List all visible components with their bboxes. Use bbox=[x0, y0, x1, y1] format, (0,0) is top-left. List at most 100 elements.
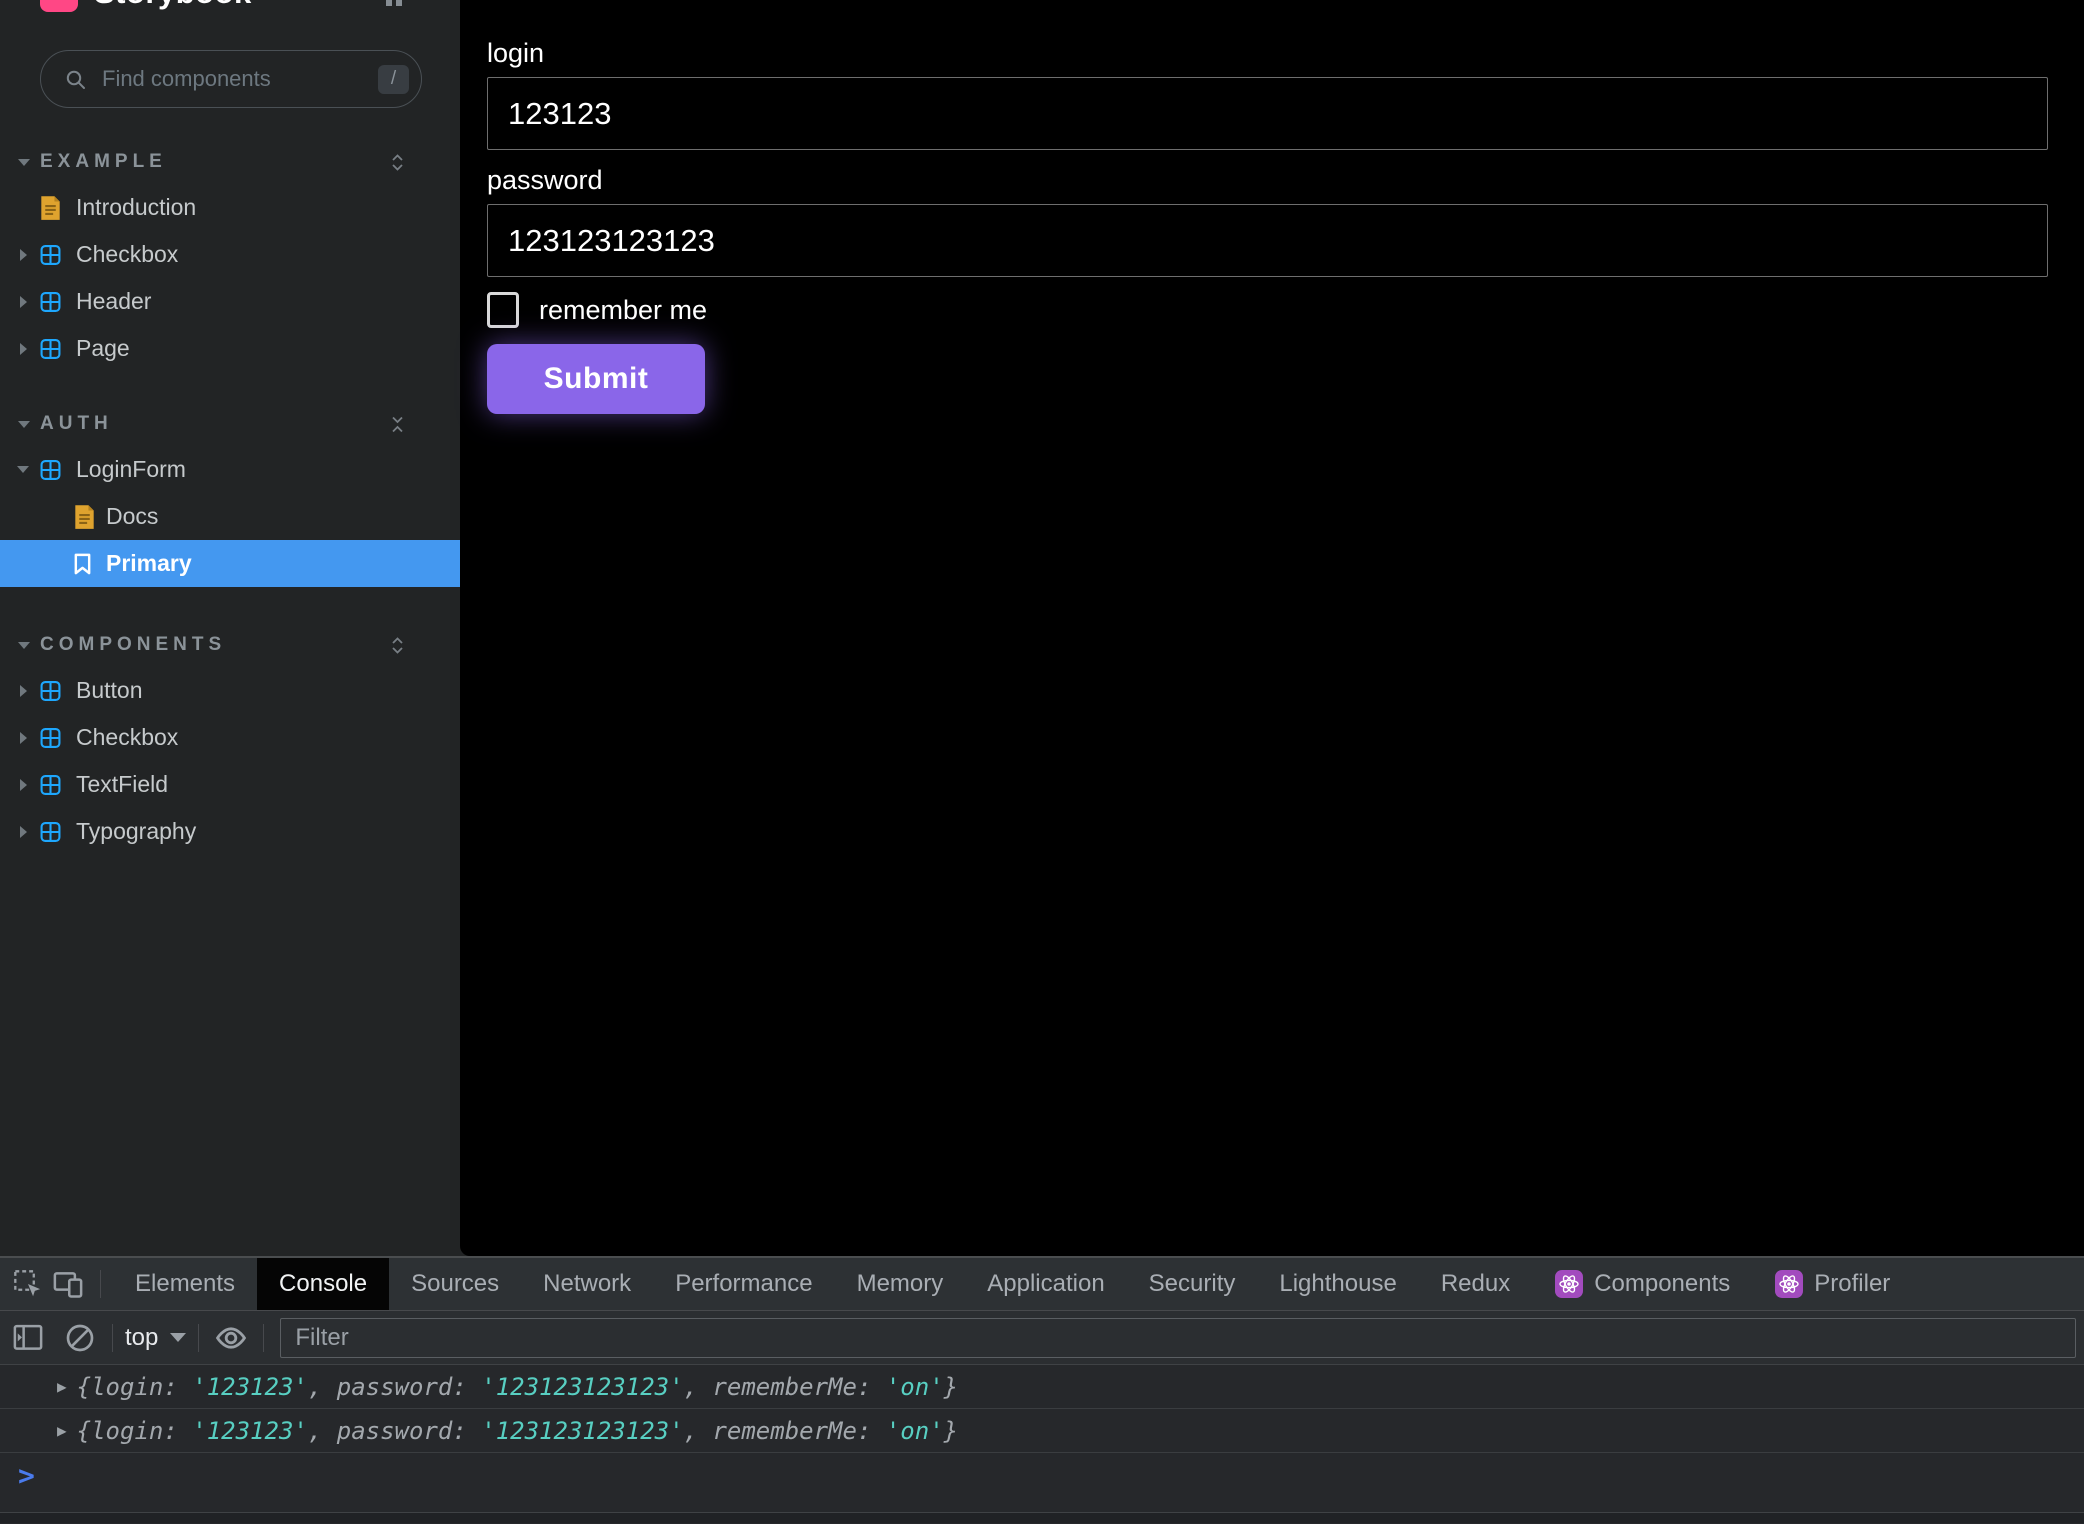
sidebar-item-loginform-primary[interactable]: Primary bbox=[0, 540, 460, 587]
devtools-tab-console[interactable]: Console bbox=[257, 1258, 389, 1310]
divider bbox=[263, 1324, 264, 1352]
sidebar-item-button[interactable]: Button bbox=[0, 667, 460, 714]
devtools-tab-application[interactable]: Application bbox=[965, 1258, 1126, 1310]
brand-title: Storybook bbox=[94, 0, 252, 13]
divider bbox=[198, 1324, 199, 1352]
login-field[interactable] bbox=[487, 77, 2048, 150]
console-object-preview: {login: '123123', password: '12312312312… bbox=[77, 1417, 958, 1445]
react-devtools-icon bbox=[1554, 1269, 1584, 1299]
component-icon bbox=[40, 774, 61, 795]
component-icon bbox=[40, 291, 61, 312]
storybook-app: Storybook / EXAMPLE bbox=[0, 0, 2084, 1256]
sidebar-menu-icon[interactable] bbox=[386, 0, 406, 8]
expand-all-icon[interactable] bbox=[390, 154, 405, 171]
sidebar-item-header[interactable]: Header bbox=[0, 278, 460, 325]
clear-console-icon[interactable] bbox=[60, 1318, 100, 1358]
chevron-right-icon bbox=[20, 296, 27, 308]
sidebar-item-textfield[interactable]: TextField bbox=[0, 761, 460, 808]
sidebar: Storybook / EXAMPLE bbox=[0, 0, 460, 1256]
chevron-right-icon bbox=[20, 343, 27, 355]
chevron-right-icon bbox=[20, 685, 27, 697]
devtools-tab-security[interactable]: Security bbox=[1127, 1258, 1258, 1310]
console-prompt-icon: > bbox=[18, 1459, 35, 1492]
devtools-tab-redux[interactable]: Redux bbox=[1419, 1258, 1532, 1310]
remember-me-row: remember me bbox=[487, 290, 2048, 330]
console-bottom-edge bbox=[0, 1512, 2084, 1523]
sidebar-section-example[interactable]: EXAMPLE bbox=[0, 140, 460, 184]
brand-header: Storybook bbox=[0, 0, 460, 26]
devtools-tab-performance[interactable]: Performance bbox=[653, 1258, 834, 1310]
divider bbox=[112, 1324, 113, 1352]
chevron-right-icon bbox=[20, 249, 27, 261]
divider bbox=[100, 1270, 101, 1298]
console-log-entry: ▶ {login: '123123', password: '123123123… bbox=[0, 1409, 2084, 1453]
sidebar-item-loginform[interactable]: LoginForm bbox=[0, 446, 460, 493]
devtools-panel: Elements Console Sources Network Perform… bbox=[0, 1256, 2084, 1524]
console-object-preview: {login: '123123', password: '12312312312… bbox=[77, 1373, 958, 1401]
chevron-right-icon bbox=[20, 826, 27, 838]
live-expression-eye-icon[interactable] bbox=[211, 1318, 251, 1358]
sidebar-item-loginform-docs[interactable]: Docs bbox=[0, 493, 460, 540]
devtools-tab-elements[interactable]: Elements bbox=[113, 1258, 257, 1310]
expand-all-icon[interactable] bbox=[390, 637, 405, 654]
sidebar-item-introduction[interactable]: Introduction bbox=[0, 184, 460, 231]
doc-icon bbox=[74, 504, 95, 529]
inspect-element-icon[interactable] bbox=[8, 1264, 48, 1304]
chevron-right-icon bbox=[20, 732, 27, 744]
sidebar-item-page[interactable]: Page bbox=[0, 325, 460, 372]
submit-button[interactable]: Submit bbox=[487, 344, 705, 414]
sidebar-section-components[interactable]: COMPONENTS bbox=[0, 623, 460, 667]
react-devtools-icon bbox=[1774, 1269, 1804, 1299]
devtools-tab-sources[interactable]: Sources bbox=[389, 1258, 521, 1310]
console-toolbar: top bbox=[0, 1311, 2084, 1365]
doc-icon bbox=[40, 195, 61, 220]
expand-triangle-icon[interactable]: ▶ bbox=[57, 1377, 67, 1396]
devtools-tabbar: Elements Console Sources Network Perform… bbox=[0, 1258, 2084, 1311]
component-search[interactable]: / bbox=[40, 50, 422, 108]
console-log-area: ▶ {login: '123123', password: '123123123… bbox=[0, 1365, 2084, 1523]
collapse-all-icon[interactable] bbox=[390, 416, 405, 433]
sidebar-nav: EXAMPLE Introduction Checkbox bbox=[0, 140, 460, 855]
execution-context-selector[interactable]: top bbox=[125, 1324, 186, 1352]
component-icon bbox=[40, 680, 61, 701]
component-icon bbox=[40, 821, 61, 842]
login-form: login password remember me Submit bbox=[487, 36, 2048, 414]
storybook-logo-icon[interactable] bbox=[40, 0, 78, 12]
component-icon bbox=[40, 338, 61, 359]
login-label: login bbox=[487, 36, 2048, 70]
remember-me-checkbox[interactable] bbox=[487, 292, 519, 328]
caret-down-icon bbox=[170, 1333, 186, 1342]
console-filter-input[interactable] bbox=[280, 1318, 2076, 1358]
search-shortcut-badge: / bbox=[378, 65, 409, 94]
devtools-tab-components[interactable]: Components bbox=[1532, 1258, 1752, 1310]
chevron-right-icon bbox=[20, 779, 27, 791]
console-sidebar-toggle-icon[interactable] bbox=[8, 1318, 48, 1358]
caret-down-icon bbox=[18, 421, 30, 428]
caret-down-icon bbox=[18, 159, 30, 166]
search-icon bbox=[65, 69, 86, 90]
bookmark-icon bbox=[74, 553, 91, 575]
console-log-entry: ▶ {login: '123123', password: '123123123… bbox=[0, 1365, 2084, 1409]
sidebar-item-checkbox[interactable]: Checkbox bbox=[0, 231, 460, 278]
devtools-tab-profiler[interactable]: Profiler bbox=[1752, 1258, 1912, 1310]
devtools-tab-lighthouse[interactable]: Lighthouse bbox=[1257, 1258, 1418, 1310]
devtools-tab-network[interactable]: Network bbox=[521, 1258, 653, 1310]
caret-down-icon bbox=[18, 642, 30, 649]
password-field[interactable] bbox=[487, 204, 2048, 277]
device-toolbar-icon[interactable] bbox=[48, 1264, 88, 1304]
remember-me-label: remember me bbox=[539, 295, 707, 326]
component-icon bbox=[40, 459, 61, 480]
story-preview-canvas: login password remember me Submit bbox=[460, 0, 2084, 1256]
component-icon bbox=[40, 244, 61, 265]
password-label: password bbox=[487, 163, 2048, 197]
caret-down-icon bbox=[17, 466, 29, 473]
component-icon bbox=[40, 727, 61, 748]
console-input-line[interactable]: > bbox=[0, 1453, 2084, 1497]
expand-triangle-icon[interactable]: ▶ bbox=[57, 1421, 67, 1440]
sidebar-section-auth[interactable]: AUTH bbox=[0, 402, 460, 446]
devtools-tabs: Elements Console Sources Network Perform… bbox=[113, 1258, 1912, 1310]
sidebar-item-typography[interactable]: Typography bbox=[0, 808, 460, 855]
sidebar-item-checkbox-2[interactable]: Checkbox bbox=[0, 714, 460, 761]
devtools-tab-memory[interactable]: Memory bbox=[835, 1258, 966, 1310]
search-input[interactable] bbox=[102, 66, 378, 92]
